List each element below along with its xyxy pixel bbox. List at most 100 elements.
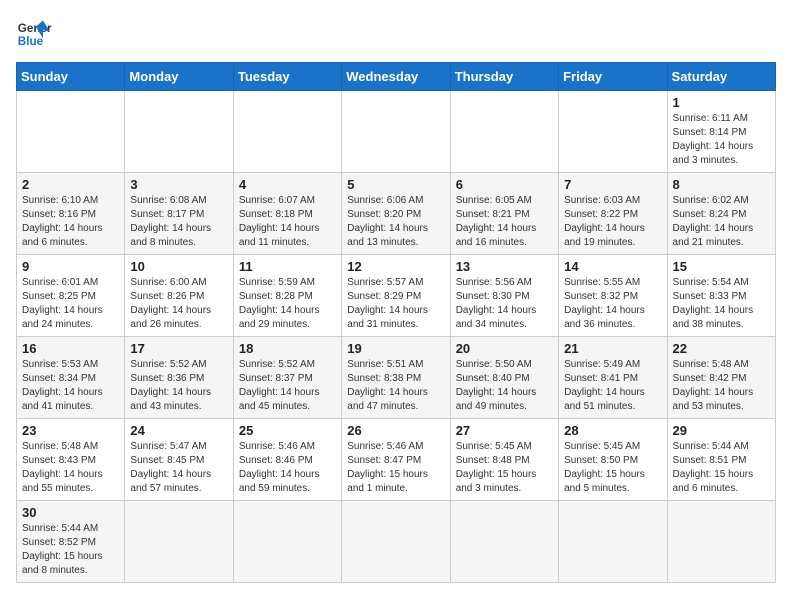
calendar-cell: [450, 91, 558, 173]
calendar-cell: 19 Sunrise: 5:51 AM Sunset: 8:38 PM Dayli…: [342, 337, 450, 419]
day-info: Sunrise: 5:55 AM Sunset: 8:32 PM Dayligh…: [564, 276, 661, 332]
calendar-cell: 10 Sunrise: 6:00 AM Sunset: 8:26 PM Dayli…: [125, 255, 233, 337]
calendar-cell: [342, 91, 450, 173]
day-number: 8: [673, 177, 770, 192]
day-number: 15: [673, 259, 770, 274]
day-info: Sunrise: 5:44 AM Sunset: 8:52 PM Dayligh…: [22, 522, 119, 578]
calendar-cell: [17, 91, 125, 173]
day-info: Sunrise: 5:47 AM Sunset: 8:45 PM Dayligh…: [130, 440, 227, 496]
weekday-header-thursday: Thursday: [450, 63, 558, 91]
calendar-cell: [667, 501, 775, 583]
calendar-cell: [125, 91, 233, 173]
day-info: Sunrise: 6:08 AM Sunset: 8:17 PM Dayligh…: [130, 194, 227, 250]
calendar-cell: 11Sunrise: 5:59 AM Sunset: 8:28 PM Dayli…: [233, 255, 341, 337]
calendar-cell: 13Sunrise: 5:56 AM Sunset: 8:30 PM Dayli…: [450, 255, 558, 337]
calendar-cell: 17Sunrise: 5:52 AM Sunset: 8:36 PM Dayli…: [125, 337, 233, 419]
calendar-cell: 18 Sunrise: 5:52 AM Sunset: 8:37 PM Dayli…: [233, 337, 341, 419]
day-info: Sunrise: 6:11 AM Sunset: 8:14 PM Dayligh…: [673, 112, 770, 168]
day-number: 9: [22, 259, 119, 274]
day-number: 27: [456, 423, 553, 438]
calendar-week-2: 2 Sunrise: 6:10 AM Sunset: 8:16 PM Daylig…: [17, 173, 776, 255]
day-number: 20: [456, 341, 553, 356]
weekday-header-sunday: Sunday: [17, 63, 125, 91]
calendar-cell: 1 Sunrise: 6:11 AM Sunset: 8:14 PM Daylig…: [667, 91, 775, 173]
day-info: Sunrise: 5:52 AM Sunset: 8:36 PM Dayligh…: [130, 358, 227, 414]
calendar-week-6: 30 Sunrise: 5:44 AM Sunset: 8:52 PM Dayli…: [17, 501, 776, 583]
day-info: Sunrise: 5:48 AM Sunset: 8:43 PM Dayligh…: [22, 440, 119, 496]
calendar-cell: 28 Sunrise: 5:45 AM Sunset: 8:50 PM Dayli…: [559, 419, 667, 501]
calendar-cell: 25 Sunrise: 5:46 AM Sunset: 8:46 PM Dayli…: [233, 419, 341, 501]
calendar-cell: 4Sunrise: 6:07 AM Sunset: 8:18 PM Daylig…: [233, 173, 341, 255]
calendar-cell: [233, 91, 341, 173]
day-number: 18: [239, 341, 336, 356]
calendar-cell: 27 Sunrise: 5:45 AM Sunset: 8:48 PM Dayli…: [450, 419, 558, 501]
calendar-cell: 22 Sunrise: 5:48 AM Sunset: 8:42 PM Dayli…: [667, 337, 775, 419]
calendar-cell: 6Sunrise: 6:05 AM Sunset: 8:21 PM Daylig…: [450, 173, 558, 255]
day-info: Sunrise: 6:10 AM Sunset: 8:16 PM Dayligh…: [22, 194, 119, 250]
day-number: 29: [673, 423, 770, 438]
day-number: 11: [239, 259, 336, 274]
day-info: Sunrise: 5:52 AM Sunset: 8:37 PM Dayligh…: [239, 358, 336, 414]
day-number: 30: [22, 505, 119, 520]
calendar-cell: 2 Sunrise: 6:10 AM Sunset: 8:16 PM Daylig…: [17, 173, 125, 255]
day-number: 23: [22, 423, 119, 438]
calendar-cell: 15 Sunrise: 5:54 AM Sunset: 8:33 PM Dayli…: [667, 255, 775, 337]
calendar-cell: 20Sunrise: 5:50 AM Sunset: 8:40 PM Dayli…: [450, 337, 558, 419]
day-info: Sunrise: 5:45 AM Sunset: 8:50 PM Dayligh…: [564, 440, 661, 496]
calendar-cell: [233, 501, 341, 583]
day-info: Sunrise: 5:53 AM Sunset: 8:34 PM Dayligh…: [22, 358, 119, 414]
weekday-header-saturday: Saturday: [667, 63, 775, 91]
day-number: 16: [22, 341, 119, 356]
weekday-header-row: SundayMondayTuesdayWednesdayThursdayFrid…: [17, 63, 776, 91]
day-number: 4: [239, 177, 336, 192]
day-number: 3: [130, 177, 227, 192]
day-number: 25: [239, 423, 336, 438]
calendar-cell: 5 Sunrise: 6:06 AM Sunset: 8:20 PM Daylig…: [342, 173, 450, 255]
day-number: 28: [564, 423, 661, 438]
day-number: 26: [347, 423, 444, 438]
calendar-week-3: 9Sunrise: 6:01 AM Sunset: 8:25 PM Daylig…: [17, 255, 776, 337]
calendar-cell: 26 Sunrise: 5:46 AM Sunset: 8:47 PM Dayli…: [342, 419, 450, 501]
calendar-cell: [125, 501, 233, 583]
calendar-cell: 8 Sunrise: 6:02 AM Sunset: 8:24 PM Daylig…: [667, 173, 775, 255]
calendar-cell: 24 Sunrise: 5:47 AM Sunset: 8:45 PM Dayli…: [125, 419, 233, 501]
calendar-cell: 7 Sunrise: 6:03 AM Sunset: 8:22 PM Daylig…: [559, 173, 667, 255]
day-number: 24: [130, 423, 227, 438]
calendar-week-4: 16 Sunrise: 5:53 AM Sunset: 8:34 PM Dayli…: [17, 337, 776, 419]
calendar-cell: [559, 91, 667, 173]
calendar-cell: 21Sunrise: 5:49 AM Sunset: 8:41 PM Dayli…: [559, 337, 667, 419]
day-info: Sunrise: 6:05 AM Sunset: 8:21 PM Dayligh…: [456, 194, 553, 250]
day-info: Sunrise: 5:54 AM Sunset: 8:33 PM Dayligh…: [673, 276, 770, 332]
day-info: Sunrise: 6:00 AM Sunset: 8:26 PM Dayligh…: [130, 276, 227, 332]
day-info: Sunrise: 5:44 AM Sunset: 8:51 PM Dayligh…: [673, 440, 770, 496]
day-info: Sunrise: 6:03 AM Sunset: 8:22 PM Dayligh…: [564, 194, 661, 250]
day-number: 21: [564, 341, 661, 356]
calendar-cell: 3 Sunrise: 6:08 AM Sunset: 8:17 PM Daylig…: [125, 173, 233, 255]
day-info: Sunrise: 5:51 AM Sunset: 8:38 PM Dayligh…: [347, 358, 444, 414]
calendar-cell: [342, 501, 450, 583]
day-info: Sunrise: 6:02 AM Sunset: 8:24 PM Dayligh…: [673, 194, 770, 250]
day-info: Sunrise: 5:45 AM Sunset: 8:48 PM Dayligh…: [456, 440, 553, 496]
day-number: 22: [673, 341, 770, 356]
calendar-cell: 14Sunrise: 5:55 AM Sunset: 8:32 PM Dayli…: [559, 255, 667, 337]
day-info: Sunrise: 6:06 AM Sunset: 8:20 PM Dayligh…: [347, 194, 444, 250]
day-number: 2: [22, 177, 119, 192]
weekday-header-monday: Monday: [125, 63, 233, 91]
day-number: 7: [564, 177, 661, 192]
day-number: 19: [347, 341, 444, 356]
day-number: 1: [673, 95, 770, 110]
weekday-header-friday: Friday: [559, 63, 667, 91]
calendar-week-5: 23 Sunrise: 5:48 AM Sunset: 8:43 PM Dayli…: [17, 419, 776, 501]
calendar-table: SundayMondayTuesdayWednesdayThursdayFrid…: [16, 62, 776, 583]
calendar-cell: 29 Sunrise: 5:44 AM Sunset: 8:51 PM Dayli…: [667, 419, 775, 501]
day-info: Sunrise: 5:48 AM Sunset: 8:42 PM Dayligh…: [673, 358, 770, 414]
day-info: Sunrise: 5:46 AM Sunset: 8:47 PM Dayligh…: [347, 440, 444, 496]
weekday-header-tuesday: Tuesday: [233, 63, 341, 91]
calendar-cell: 23 Sunrise: 5:48 AM Sunset: 8:43 PM Dayli…: [17, 419, 125, 501]
svg-text:Blue: Blue: [18, 35, 44, 48]
logo: General Blue: [16, 16, 52, 52]
day-number: 10: [130, 259, 227, 274]
day-number: 5: [347, 177, 444, 192]
day-info: Sunrise: 5:46 AM Sunset: 8:46 PM Dayligh…: [239, 440, 336, 496]
day-number: 12: [347, 259, 444, 274]
